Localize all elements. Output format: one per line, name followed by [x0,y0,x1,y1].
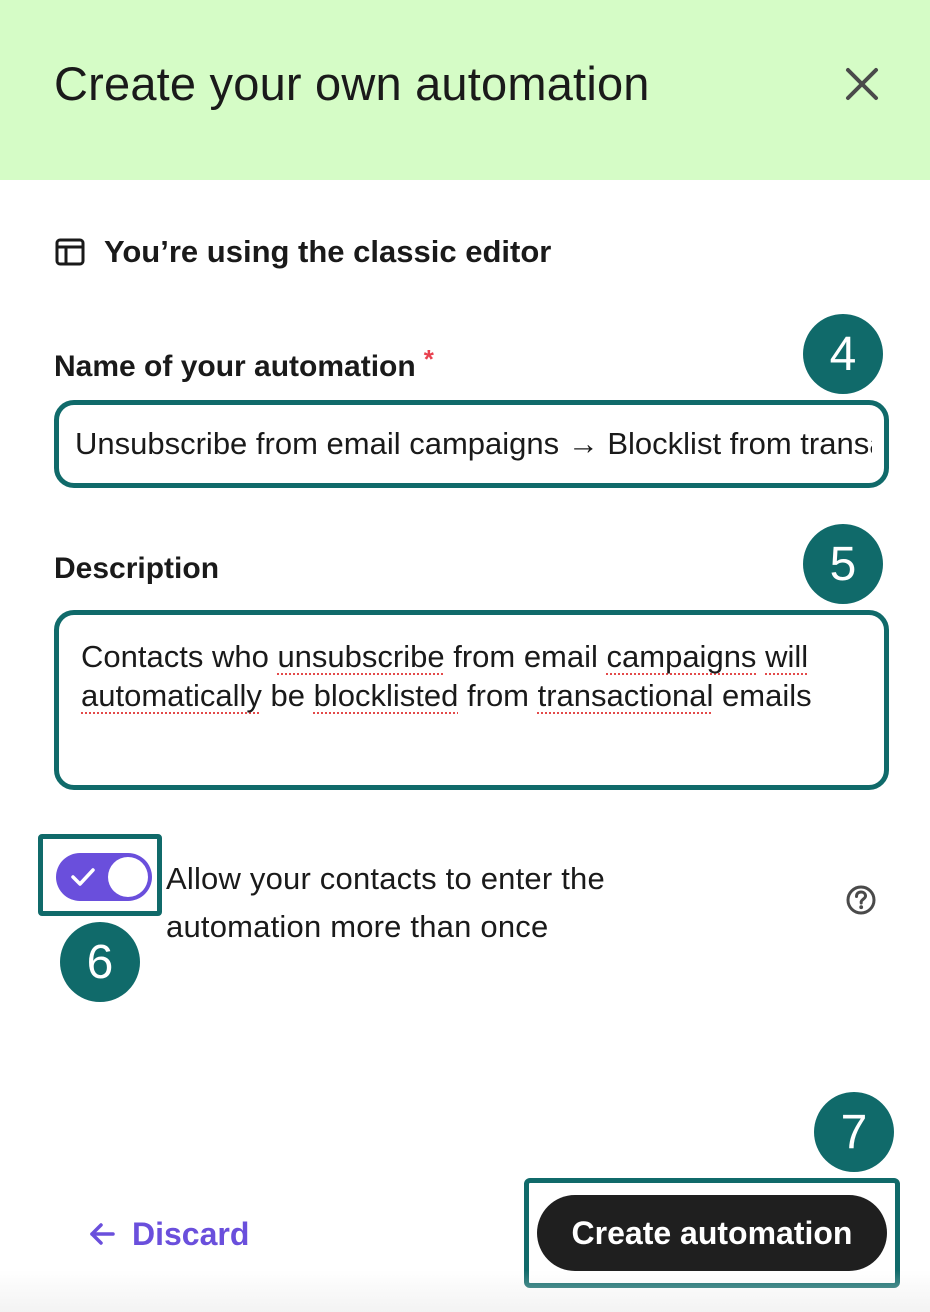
step-badge-7: 7 [814,1092,894,1172]
close-button[interactable] [840,62,884,106]
reentry-toggle[interactable] [56,853,152,901]
description-text-part: from [458,678,538,713]
classic-editor-text: You’re using the classic editor [104,234,552,269]
classic-editor-note: You’re using the classic editor [54,230,551,274]
close-icon [846,68,878,100]
automation-name-field-highlight [54,400,889,488]
toggle-knob [108,857,148,897]
description-text-part: from email [444,639,607,674]
arrow-left-icon [90,1223,115,1245]
description-field-highlight[interactable]: Contacts who unsubscribe from email camp… [54,610,889,790]
step-badge-6: 6 [60,922,140,1002]
description-text-part: be [261,678,314,713]
description-misspelled-word: unsubscribe [277,639,445,674]
description-text-part: emails [713,678,812,713]
reentry-toggle-label: Allow your contacts to enter the automat… [166,861,605,944]
modal-title: Create your own automation [54,57,650,110]
create-button-highlight: Create automation [524,1178,900,1288]
automation-name-label: Name of your automation * [54,344,434,384]
description-label: Description [54,552,220,585]
description-text-part: Contacts who [81,639,278,674]
description-textarea[interactable]: Contacts who unsubscribe from email camp… [81,637,854,715]
step-badge-5: 5 [803,524,883,604]
discard-button[interactable]: Discard [88,1210,249,1258]
description-misspelled-word: transactional [537,678,714,713]
layout-icon [55,238,85,266]
description-misspelled-word: blocklisted [313,678,459,713]
automation-name-label-text: Name of your automation [54,350,416,383]
discard-label: Discard [132,1215,250,1252]
help-circle-icon[interactable] [845,884,877,916]
modal-header: Create your own automation [0,0,930,180]
description-misspelled-word: campaigns [606,639,757,674]
reentry-toggle-highlight [38,834,162,916]
description-text-part [756,639,765,674]
automation-name-input[interactable] [71,414,872,474]
create-automation-button[interactable]: Create automation [537,1195,887,1271]
checkmark-icon [71,868,95,886]
required-asterisk: * [423,344,434,374]
step-badge-4: 4 [803,314,883,394]
